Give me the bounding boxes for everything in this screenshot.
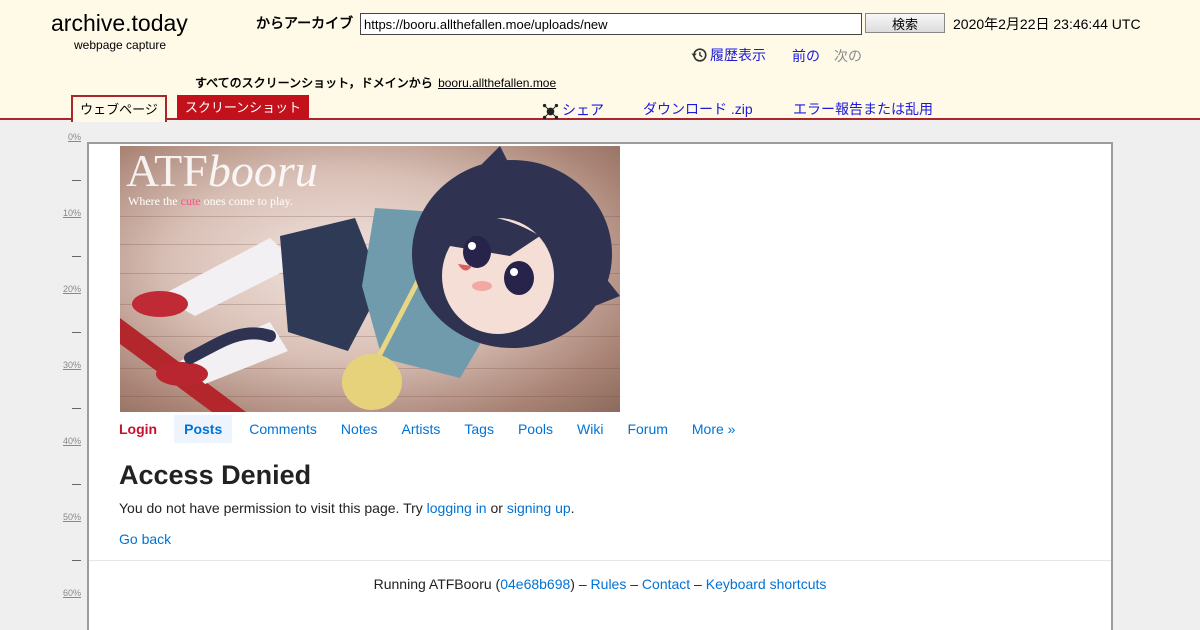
nav-login[interactable]: Login [119, 415, 164, 443]
nav-notes[interactable]: Notes [334, 415, 385, 443]
report-abuse-link[interactable]: エラー報告または乱用 [793, 99, 933, 119]
go-back-link[interactable]: Go back [119, 531, 171, 547]
contact-link[interactable]: Contact [642, 576, 690, 592]
domain-prefix: すべてのスクリーンショット，ドメインから [195, 76, 433, 90]
nav-posts[interactable]: Posts [174, 415, 233, 443]
ruler-tick [72, 180, 81, 181]
archive-from-label: からアーカイブ [256, 15, 354, 31]
ruler-mark[interactable]: 10% [60, 208, 81, 218]
ruler-tick [72, 560, 81, 561]
archive-logo-subtitle: webpage capture [74, 38, 167, 52]
access-denied-message: You do not have permission to visit this… [119, 500, 575, 516]
domain-link[interactable]: booru.allthefallen.moe [438, 76, 556, 90]
site-footer: Running ATFBooru (04e68b698) – Rules – C… [373, 576, 827, 592]
share-link[interactable]: シェア [542, 99, 604, 120]
rules-link[interactable]: Rules [591, 576, 627, 592]
ruler-tick [72, 408, 81, 409]
access-denied-title: Access Denied [119, 460, 312, 490]
download-zip-link[interactable]: ダウンロード .zip [643, 99, 753, 119]
nav-artists[interactable]: Artists [395, 415, 448, 443]
ruler-mark[interactable]: 60% [60, 588, 81, 598]
banner-tagline: Where the cute ones come to play. [128, 194, 293, 208]
history-link[interactable]: 履歴表示 [690, 45, 766, 65]
nav-more[interactable]: More » [685, 415, 743, 443]
capture-date: 2020年2月22日 23:46:44 UTC [953, 16, 1141, 32]
site-banner[interactable]: ATFbooru Where the cute ones come to pla… [120, 146, 620, 412]
history-icon [691, 48, 707, 62]
nav-tags[interactable]: Tags [457, 415, 501, 443]
site-navigation: Login Posts Comments Notes Artists Tags … [119, 414, 752, 444]
share-icon [542, 103, 559, 120]
archive-header: archive.today webpage capture からアーカイブ 検索… [0, 0, 1200, 122]
banner-logo-text: ATFbooru [126, 146, 318, 196]
login-link[interactable]: logging in [427, 500, 487, 516]
footer-divider [89, 560, 1111, 561]
nav-forum[interactable]: Forum [620, 415, 674, 443]
signup-link[interactable]: signing up [507, 500, 571, 516]
url-input[interactable] [360, 13, 862, 35]
ruler-tick [72, 256, 81, 257]
ruler-mark[interactable]: 0% [60, 132, 81, 142]
ruler-tick [72, 484, 81, 485]
prev-capture-link[interactable]: 前の [792, 46, 820, 66]
ruler-mark[interactable]: 30% [60, 360, 81, 370]
history-label: 履歴表示 [710, 47, 766, 63]
commit-link[interactable]: 04e68b698 [500, 576, 570, 592]
ruler-tick [72, 332, 81, 333]
next-capture-link: 次の [834, 48, 862, 64]
domain-screenshots-line: すべてのスクリーンショット，ドメインから booru.allthefallen.… [195, 74, 556, 91]
nav-comments[interactable]: Comments [242, 415, 324, 443]
captured-page-frame: ATFbooru Where the cute ones come to pla… [87, 142, 1113, 630]
archive-logo-title[interactable]: archive.today [51, 10, 188, 37]
ruler-mark[interactable]: 50% [60, 512, 81, 522]
share-label: シェア [562, 101, 604, 118]
search-button[interactable]: 検索 [865, 13, 945, 33]
ruler-mark[interactable]: 20% [60, 284, 81, 294]
nav-pools[interactable]: Pools [511, 415, 560, 443]
ruler-mark[interactable]: 40% [60, 436, 81, 446]
tab-screenshot[interactable]: スクリーンショット [177, 95, 309, 120]
keyboard-shortcuts-link[interactable]: Keyboard shortcuts [706, 576, 827, 592]
tab-webpage[interactable]: ウェブページ [71, 95, 167, 122]
nav-wiki[interactable]: Wiki [570, 415, 610, 443]
